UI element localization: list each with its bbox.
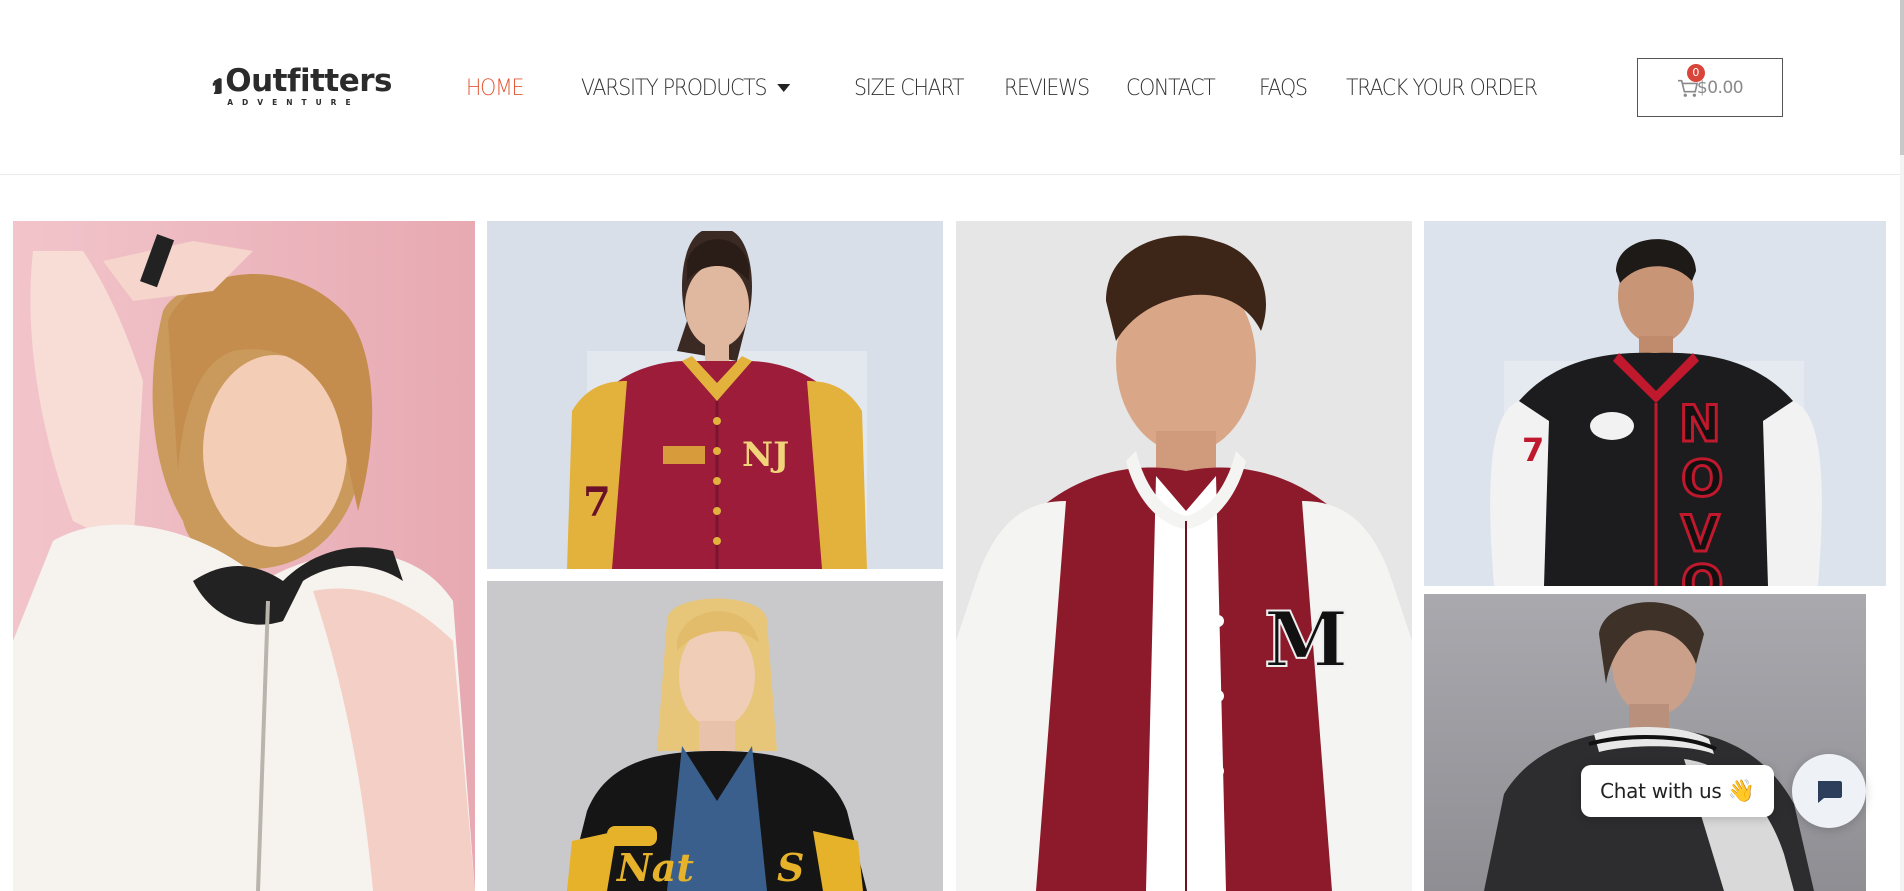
cart-amount: $0.00 <box>1696 77 1744 98</box>
svg-text:N: N <box>1679 395 1721 453</box>
cart-button[interactable]: 0 $0.00 <box>1637 58 1783 117</box>
logo-mark-icon <box>212 77 222 95</box>
cart-count-badge: 0 <box>1686 63 1705 82</box>
gallery-image-man-novo-varsity[interactable]: N O V O 7 <box>1424 221 1886 586</box>
photo-icon: NJ 7 <box>487 221 943 569</box>
photo-icon <box>13 221 475 891</box>
gallery-image-woman-maroon-varsity[interactable]: NJ 7 <box>487 221 943 569</box>
nav-item-varsity-products[interactable]: VARSITY PRODUCTS <box>581 75 791 101</box>
svg-text:S: S <box>777 845 804 890</box>
logo-tagline: ADVENTURE <box>227 97 360 107</box>
logo-title: Outfitters <box>225 62 392 99</box>
main-nav: HOME VARSITY PRODUCTS SIZE CHART REVIEWS… <box>466 72 1551 104</box>
scrollbar-thumb[interactable] <box>1900 0 1904 155</box>
nav-item-reviews[interactable]: REVIEWS <box>1004 76 1090 101</box>
gallery-image-woman-black-varsity[interactable]: Nat S <box>487 581 943 891</box>
svg-text:NJ: NJ <box>742 435 789 475</box>
chat-launcher-button[interactable] <box>1792 754 1866 828</box>
chevron-down-icon <box>777 84 791 92</box>
site-header: Outfitters ADVENTURE HOME VARSITY PRODUC… <box>0 0 1900 175</box>
page: Outfitters ADVENTURE HOME VARSITY PRODUC… <box>0 0 1904 891</box>
site-logo[interactable]: Outfitters ADVENTURE <box>212 62 392 110</box>
svg-text:O: O <box>1681 555 1724 586</box>
gallery-image-man-leather-varsity[interactable] <box>1424 594 1866 891</box>
photo-icon <box>1424 594 1866 891</box>
gallery-image-man-maroon-varsity[interactable]: M <box>956 221 1412 891</box>
chat-prompt-bubble[interactable]: Chat with us 👋 <box>1581 765 1774 817</box>
nav-item-track-your-order[interactable]: TRACK YOUR ORDER <box>1346 76 1538 101</box>
nav-item-contact[interactable]: CONTACT <box>1126 76 1216 101</box>
nav-item-size-chart[interactable]: SIZE CHART <box>854 76 964 101</box>
nav-item-label: VARSITY PRODUCTS <box>581 75 767 101</box>
svg-text:Nat: Nat <box>616 845 694 890</box>
nav-item-home[interactable]: HOME <box>466 76 527 101</box>
svg-text:M: M <box>1264 595 1348 684</box>
nav-item-faqs[interactable]: FAQS <box>1259 76 1308 101</box>
page-scrollbar[interactable] <box>1900 0 1904 891</box>
chat-icon <box>1818 781 1842 803</box>
photo-icon: M <box>956 221 1412 891</box>
photo-icon: Nat S <box>487 581 943 891</box>
gallery-image-woman-pink-bomber[interactable] <box>13 221 475 891</box>
svg-text:O: O <box>1681 450 1724 508</box>
waving-hand-icon: 👋 <box>1727 778 1755 803</box>
photo-icon: N O V O 7 <box>1424 221 1886 586</box>
svg-text:7: 7 <box>1522 431 1544 469</box>
chat-prompt-label: Chat with us <box>1600 779 1722 803</box>
svg-text:7: 7 <box>583 479 611 526</box>
